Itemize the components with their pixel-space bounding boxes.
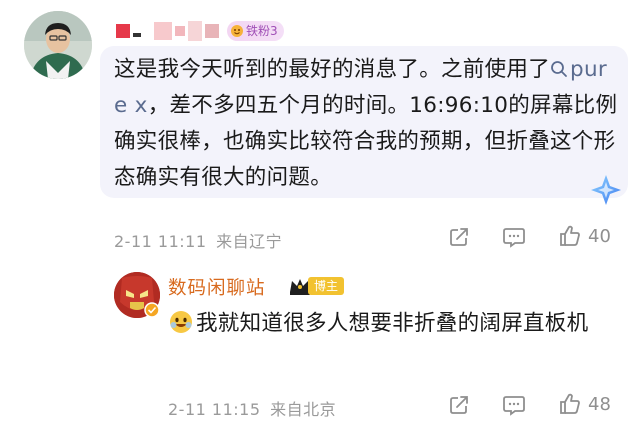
comment-like-button[interactable]: 40 <box>558 224 611 248</box>
comment-icon <box>503 396 525 416</box>
thumbs-up-icon <box>560 393 580 414</box>
comment-text-part-2: ，差不多四五个月的时间。16:96:10的屏幕比例确实很棒，也确实比较符合我的预… <box>114 93 618 190</box>
reply-like-count: 48 <box>588 393 611 415</box>
share-icon <box>450 396 468 414</box>
fan-level-badge: 铁粉3 <box>227 21 284 41</box>
fan-badge-icon <box>231 25 243 37</box>
reply-share-button[interactable] <box>448 394 470 416</box>
grinning-emoji-icon <box>170 311 192 333</box>
thumbs-up-icon <box>560 225 580 246</box>
comment-meta: 2-11 11:11 来自辽宁 <box>114 228 282 252</box>
reply-comment-button[interactable] <box>502 394 526 416</box>
search-icon <box>551 61 567 77</box>
reply-location: 来自北京 <box>270 400 337 419</box>
redacted-username <box>116 21 219 41</box>
comment-location: 来自辽宁 <box>216 232 283 251</box>
reply-body: 我就知道很多人想要非折叠的阔屏直板机 <box>168 306 628 342</box>
comment-icon <box>503 228 525 248</box>
comment-reply-button[interactable] <box>502 226 526 248</box>
comment-text-part-1: 这是我今天听到的最好的消息了。之前使用了 <box>114 57 551 82</box>
verified-icon <box>144 302 160 318</box>
commenter-name-area[interactable]: 铁粉3 <box>116 18 284 44</box>
reply-meta: 2-11 11:15 来自北京 <box>168 396 336 420</box>
reply-time: 2-11 11:15 <box>168 400 261 419</box>
host-badge: 博主 <box>288 276 345 296</box>
reply-like-button[interactable]: 48 <box>558 392 611 416</box>
host-label: 博主 <box>308 277 345 295</box>
comment-body: 这是我今天听到的最好的消息了。之前使用了 pure x，差不多四五个月的时间。16… <box>114 52 620 196</box>
comment-time: 2-11 11:11 <box>114 232 207 251</box>
comment-share-button[interactable] <box>448 226 470 248</box>
share-icon <box>450 228 468 246</box>
comment-like-count: 40 <box>588 225 611 247</box>
reply-text: 我就知道很多人想要非折叠的阔屏直板机 <box>196 311 589 336</box>
sparkle-icon[interactable] <box>588 172 624 208</box>
commenter-avatar[interactable] <box>24 11 92 79</box>
fan-badge-label: 铁粉3 <box>246 24 278 38</box>
reply-username[interactable]: 数码闲聊站 <box>168 274 266 300</box>
